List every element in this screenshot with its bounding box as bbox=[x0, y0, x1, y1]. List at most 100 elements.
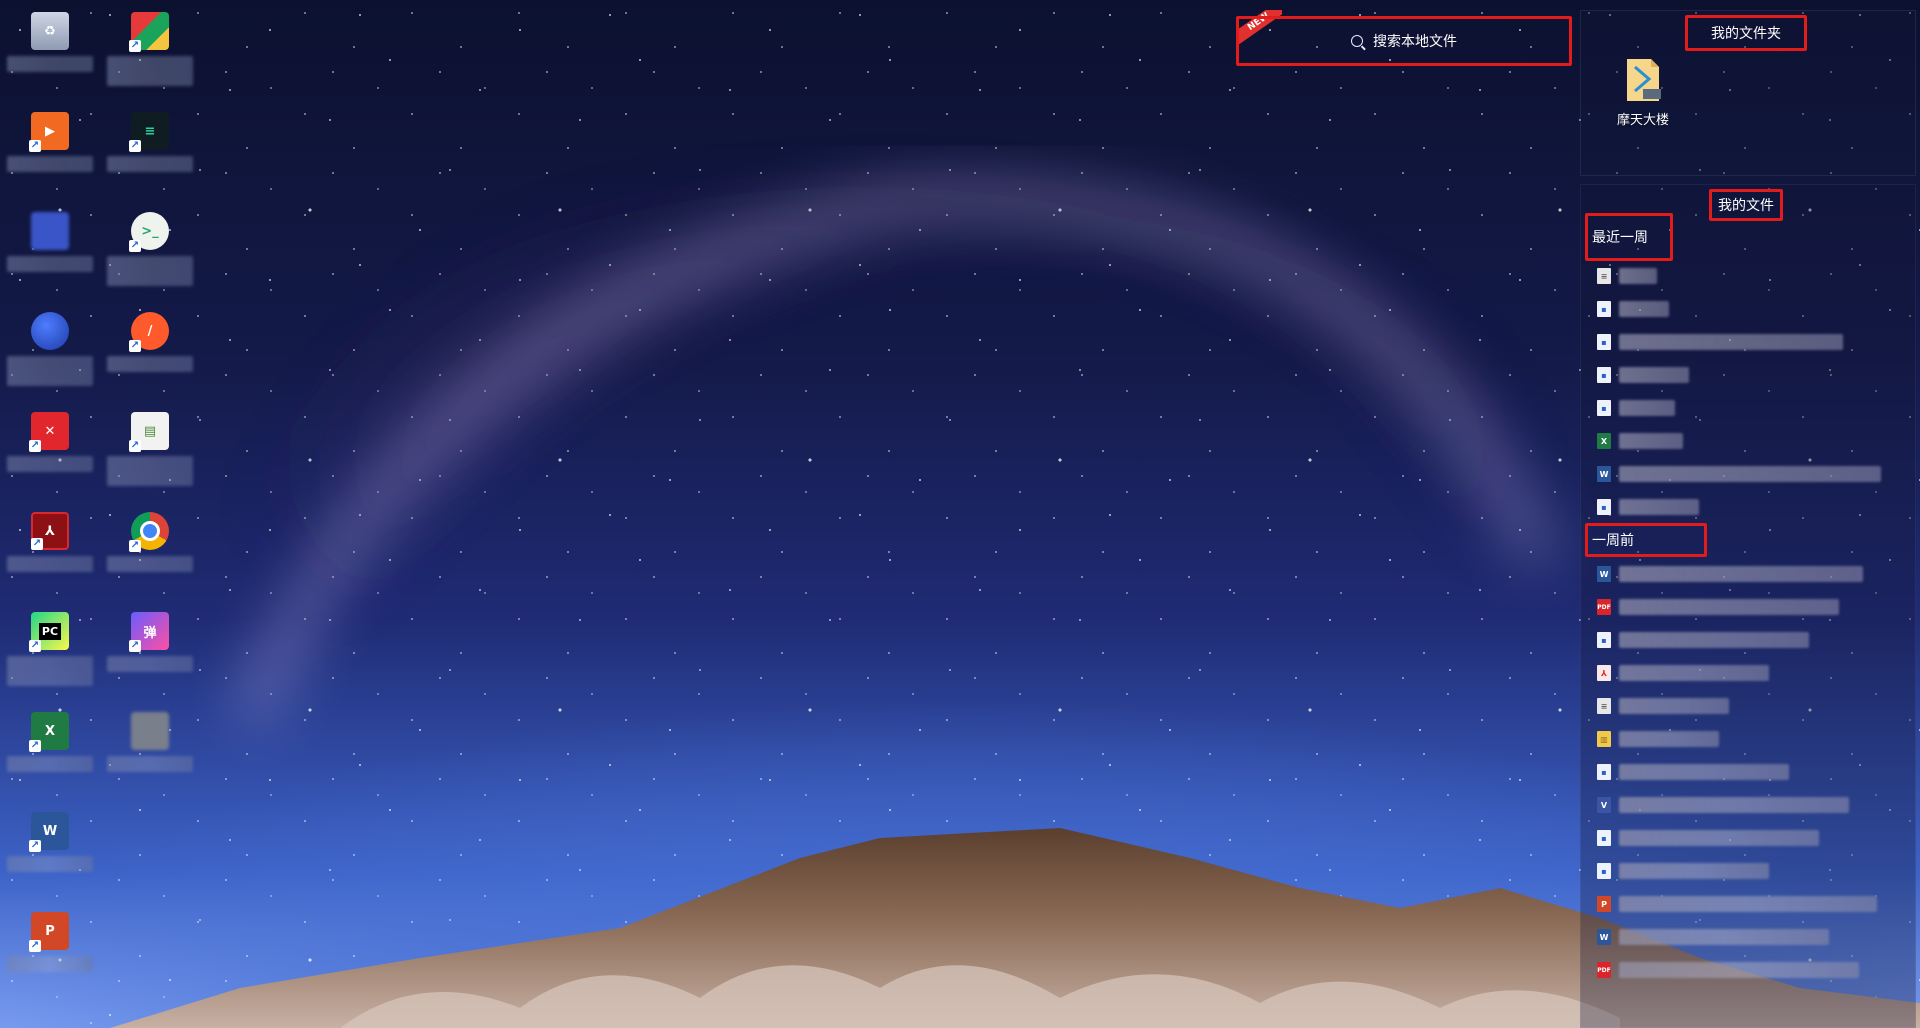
folder-item-label: 摩天大楼 bbox=[1616, 113, 1669, 128]
file-row[interactable]: ▪ bbox=[1597, 331, 1843, 353]
desktop-icon-label bbox=[107, 56, 193, 86]
file-name bbox=[1619, 301, 1669, 317]
desktop-icon-label bbox=[7, 256, 93, 272]
file-row[interactable]: PDF bbox=[1597, 959, 1859, 981]
file-row[interactable]: PDF bbox=[1597, 596, 1839, 618]
orange-app-shortcut-icon: / ↗ bbox=[129, 312, 169, 352]
file-row[interactable]: ≡ bbox=[1597, 265, 1657, 287]
pdf-file-icon: PDF bbox=[1597, 599, 1611, 615]
file-name bbox=[1619, 698, 1729, 714]
file-row[interactable]: W bbox=[1597, 926, 1829, 948]
my-files-panel: 我的文件 最近一周 ≡ ▪ ▪ ▪ ▪ X W ▪ 一周前 W PDF ▪ ⅄ … bbox=[1580, 184, 1916, 1028]
desktop-icon-document-stack[interactable]: ▤ ↗ bbox=[105, 404, 195, 494]
file-name bbox=[1619, 466, 1881, 482]
file-row[interactable]: ▪ bbox=[1597, 298, 1669, 320]
desktop-icon-label bbox=[107, 256, 193, 286]
pdf-reader-shortcut-icon: ⅄ ↗ bbox=[31, 512, 69, 550]
file-row[interactable]: ⅄ bbox=[1597, 662, 1769, 684]
file-name bbox=[1619, 830, 1819, 846]
desktop-icon-label bbox=[107, 556, 193, 572]
file-row[interactable]: V bbox=[1597, 794, 1849, 816]
desktop-icon-excel[interactable]: X ↗ bbox=[5, 704, 95, 794]
desktop-icon-area: ♻ ↗ ▶ ↗ ≡ ↗ >_ ↗ / ↗ ✕ ↗ ▤ ↗ ⅄ ↗ ↗ PC ↗ … bbox=[0, 0, 240, 1028]
file-name bbox=[1619, 764, 1789, 780]
desktop-icon-label bbox=[7, 956, 93, 972]
file-name bbox=[1619, 632, 1809, 648]
desktop-icon-pycharm[interactable]: PC ↗ bbox=[5, 604, 95, 694]
file-row[interactable]: ▪ bbox=[1597, 496, 1699, 518]
desktop-icon-terminal-app[interactable]: ≡ ↗ bbox=[105, 104, 195, 194]
section-recent-week: 最近一周 bbox=[1585, 213, 1673, 261]
desktop-icon-pdf-reader[interactable]: ⅄ ↗ bbox=[5, 504, 95, 594]
my-folders-panel: 我的文件夹 摩天大楼 bbox=[1580, 10, 1916, 176]
desktop-icon-red-x-app[interactable]: ✕ ↗ bbox=[5, 404, 95, 494]
file-row[interactable]: ▪ bbox=[1597, 860, 1769, 882]
desktop-icon-blurred-app[interactable] bbox=[5, 204, 95, 294]
desktop-icon-chrome[interactable]: ↗ bbox=[105, 504, 195, 594]
desktop-icon-sheets[interactable]: ↗ bbox=[105, 4, 195, 94]
file-row[interactable]: X bbox=[1597, 430, 1683, 452]
section-older-than-week-label: 一周前 bbox=[1592, 533, 1634, 549]
terminal-app-shortcut-icon: ≡ ↗ bbox=[129, 112, 169, 152]
file-name bbox=[1619, 797, 1849, 813]
my-folders-title: 我的文件夹 bbox=[1685, 15, 1807, 51]
desktop-icon-word[interactable]: W ↗ bbox=[5, 804, 95, 894]
file-row[interactable]: ▪ bbox=[1597, 827, 1819, 849]
file-name bbox=[1619, 896, 1877, 912]
desktop-icon-label bbox=[7, 656, 93, 686]
file-sidebar: 我的文件夹 摩天大楼 我的文件 最近一周 ≡ ▪ ▪ ▪ ▪ X W ▪ 一周前… bbox=[1580, 10, 1916, 1028]
generic-file-icon: ▪ bbox=[1597, 632, 1611, 648]
desktop-icon-bullet-chat[interactable]: 弹 ↗ bbox=[105, 604, 195, 694]
file-name bbox=[1619, 665, 1769, 681]
generic-file-icon: ▪ bbox=[1597, 367, 1611, 383]
file-row[interactable]: ▪ bbox=[1597, 629, 1809, 651]
file-row[interactable]: ▥ bbox=[1597, 728, 1719, 750]
desktop-icon-label bbox=[107, 656, 193, 672]
file-name bbox=[1619, 268, 1657, 284]
file-row[interactable]: W bbox=[1597, 463, 1881, 485]
file-name bbox=[1619, 400, 1675, 416]
folder-item-mkv[interactable]: 摩天大楼 bbox=[1603, 55, 1683, 128]
file-row[interactable]: ≡ bbox=[1597, 695, 1729, 717]
file-row[interactable]: P bbox=[1597, 893, 1877, 915]
generic-file-icon: ▪ bbox=[1597, 764, 1611, 780]
file-name bbox=[1619, 499, 1699, 515]
file-name bbox=[1619, 334, 1843, 350]
desktop-icon-label bbox=[107, 456, 193, 486]
powerpoint-file-icon: P bbox=[1597, 896, 1611, 912]
word-shortcut-icon: W ↗ bbox=[29, 812, 69, 852]
desktop-icon-blue-orb[interactable] bbox=[5, 304, 95, 394]
desktop-icon-label bbox=[7, 856, 93, 872]
file-row[interactable]: W bbox=[1597, 563, 1863, 585]
file-name bbox=[1619, 599, 1839, 615]
visio-file-icon: V bbox=[1597, 797, 1611, 813]
chrome-shortcut-icon: ↗ bbox=[129, 512, 169, 552]
blue-orb-app-icon bbox=[31, 312, 69, 350]
chat-bubble-shortcut-icon: >_ ↗ bbox=[129, 212, 169, 252]
search-input[interactable]: 搜索本地文件 bbox=[1236, 16, 1572, 66]
generic-file-icon: ▪ bbox=[1597, 334, 1611, 350]
file-name bbox=[1619, 731, 1719, 747]
desktop-icon-slides-app[interactable]: ▶ ↗ bbox=[5, 104, 95, 194]
desktop-icon-label bbox=[7, 356, 93, 386]
file-row[interactable]: ▪ bbox=[1597, 364, 1689, 386]
desktop-icon-label bbox=[107, 356, 193, 372]
generic-file-icon: ▪ bbox=[1597, 863, 1611, 879]
desktop-icon-orange-app[interactable]: / ↗ bbox=[105, 304, 195, 394]
desktop-icon-chat[interactable]: >_ ↗ bbox=[105, 204, 195, 294]
file-name bbox=[1619, 929, 1829, 945]
blurred-file-icon bbox=[131, 712, 169, 750]
bullet-chat-shortcut-icon: 弹 ↗ bbox=[129, 612, 169, 652]
file-name bbox=[1619, 863, 1769, 879]
desktop-icon-label bbox=[7, 456, 93, 472]
desktop-icon-powerpoint[interactable]: P ↗ bbox=[5, 904, 95, 994]
desktop-icon-recycle-bin[interactable]: ♻ bbox=[5, 4, 95, 94]
slides-app-shortcut-icon: ▶ ↗ bbox=[29, 112, 69, 152]
desktop-icon-label bbox=[107, 156, 193, 172]
file-row[interactable]: ▪ bbox=[1597, 397, 1675, 419]
file-name bbox=[1619, 433, 1683, 449]
file-row[interactable]: ▪ bbox=[1597, 761, 1789, 783]
desktop-icon-blurred-file[interactable] bbox=[105, 704, 195, 794]
recycle-bin-icon: ♻ bbox=[31, 12, 69, 50]
word-file-icon: W bbox=[1597, 566, 1611, 582]
